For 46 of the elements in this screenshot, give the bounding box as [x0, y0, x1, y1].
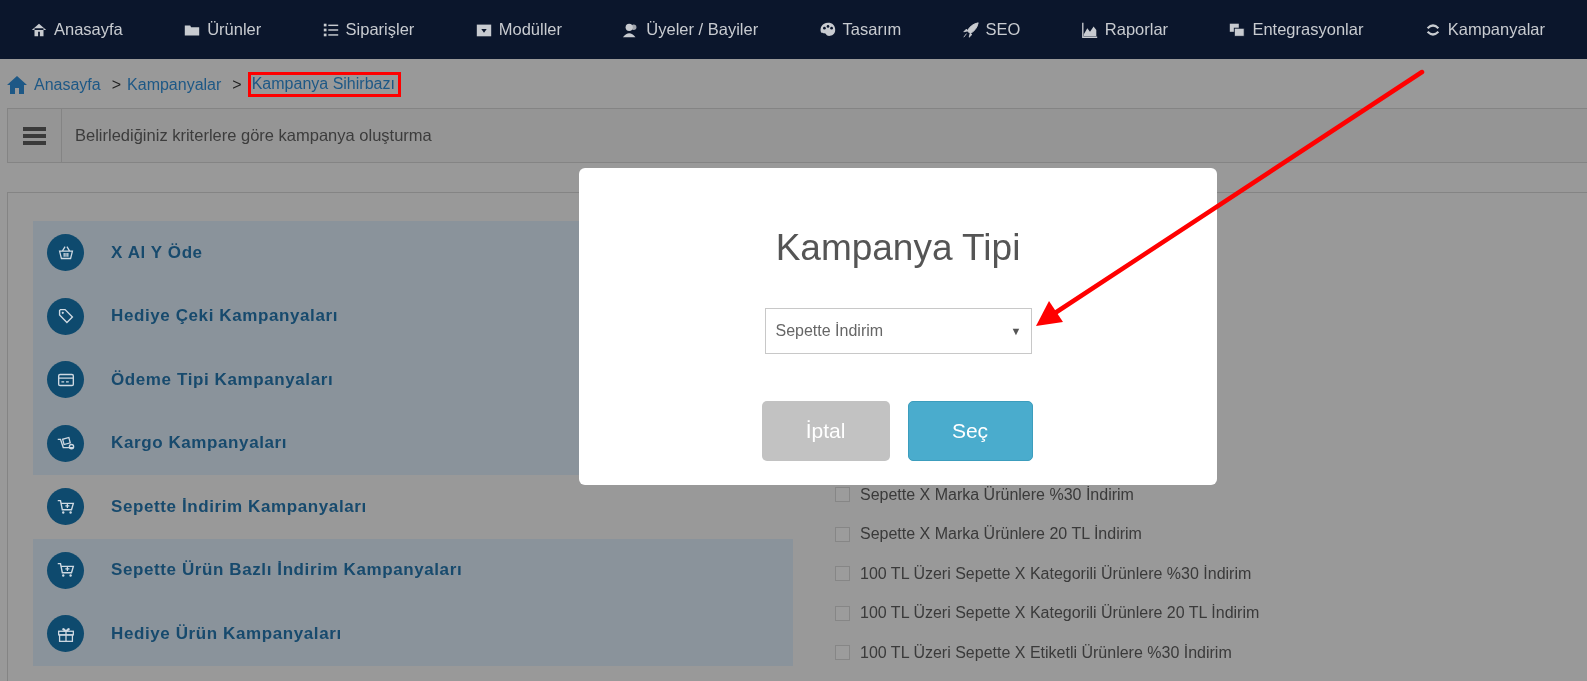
nav-item[interactable]: Kampanyalar [1423, 20, 1545, 39]
option-label: 100 TL Üzeri Sepette X Kategorili Ürünlere %30 İndirim [860, 564, 1252, 583]
select-button[interactable]: Seç [907, 401, 1033, 461]
campaign-icon [47, 551, 84, 589]
campaign-icon [47, 361, 84, 399]
nav-item[interactable]: Üyeler / Bayiler [622, 20, 759, 39]
breadcrumb-link[interactable]: Kampanya Sihirbazı [251, 75, 395, 93]
option-label: Sepette X Marka Ürünlere %30 İndirim [860, 485, 1134, 504]
campaign-icon [47, 297, 84, 335]
campaign-type-label: Sepette Ürün Bazlı İndirim Kampanyaları [111, 560, 463, 581]
option-label: Sepette X Marka Ürünlere 20 TL İndirim [860, 525, 1142, 544]
campaign-icon [47, 488, 84, 526]
nav-item[interactable]: SEO [961, 20, 1021, 39]
campaign-icon [47, 234, 84, 272]
campaign-type-label: Sepette İndirim Kampanyaları [111, 496, 367, 517]
option-label: 100 TL Üzeri Sepette X Kategorili Ürünlere 20 TL İndirim [860, 604, 1260, 623]
campaign-type-label: Hediye Ürün Kampanyaları [111, 623, 342, 644]
campaign-type-label: X Al Y Öde [111, 242, 203, 263]
campaign-icon [47, 615, 84, 653]
breadcrumb-link[interactable]: Anasayfa [34, 75, 101, 94]
campaign-icon [47, 424, 84, 462]
header-title: Belirlediğiniz kriterlere göre kampanya oluşturma [74, 125, 432, 146]
home-icon [7, 75, 27, 94]
nav-icon [961, 20, 980, 39]
nav-item[interactable]: Entegrasyonlar [1228, 20, 1364, 39]
nav-icon [818, 20, 837, 39]
breadcrumb-link[interactable]: Kampanyalar [127, 75, 222, 94]
nav-item[interactable]: Modüller [474, 20, 562, 39]
campaign-type-label: Ödeme Tipi Kampanyaları [111, 369, 334, 390]
campaign-type-item[interactable]: Hediye Ürün Kampanyaları [33, 602, 793, 666]
breadcrumb-separator: > [111, 75, 122, 94]
campaign-type-item[interactable]: Sepette İndirim Kampanyaları [33, 475, 793, 539]
campaign-type-item[interactable]: Sepette Ürün Bazlı İndirim Kampanyaları [33, 538, 793, 602]
nav-item[interactable]: Anasayfa [30, 20, 123, 39]
campaign-type-label: Hediye Çeki Kampanyaları [111, 306, 338, 327]
nav-item[interactable]: Raporlar [1080, 20, 1169, 39]
menu-icon[interactable] [23, 126, 46, 145]
breadcrumb-separator: > [232, 75, 242, 94]
cancel-button[interactable]: İptal [761, 401, 890, 461]
campaign-type-label: Kargo Kampanyaları [111, 433, 288, 454]
nav-item[interactable]: Tasarım [818, 20, 902, 39]
nav-icon [1080, 20, 1099, 39]
nav-item[interactable]: Ürünler [183, 20, 262, 39]
nav-item[interactable]: Siparişler [321, 20, 415, 39]
campaign-type-select[interactable]: Sepette İndirim ▼ [764, 308, 1032, 354]
option-label: 100 TL Üzeri Sepette X Etiketli Ürünlere %30 İndirim [860, 643, 1232, 662]
